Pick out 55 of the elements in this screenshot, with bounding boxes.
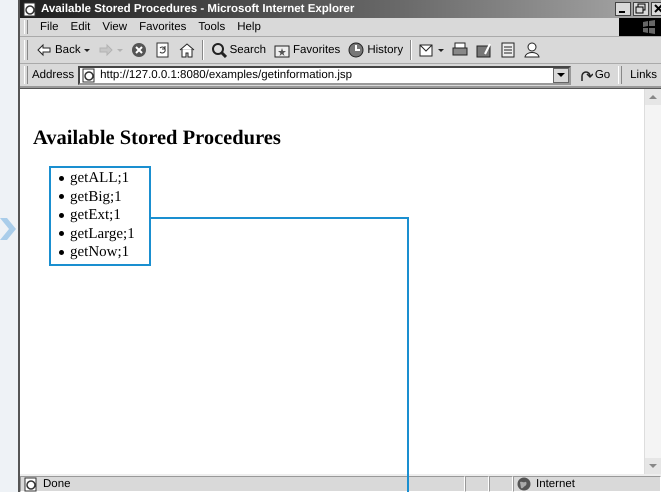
procedure-name: getALL;1 bbox=[70, 169, 130, 188]
window-title: Available Stored Procedures - Microsoft Internet Explorer bbox=[41, 3, 356, 15]
procedure-name: getExt;1 bbox=[70, 206, 121, 224]
caret-icon bbox=[84, 48, 90, 54]
back-arrow-icon bbox=[36, 42, 52, 58]
toolbar-button[interactable]: History bbox=[344, 39, 408, 61]
caret-icon bbox=[116, 48, 123, 54]
stop-icon bbox=[130, 42, 147, 58]
bullet-icon bbox=[59, 212, 64, 218]
home-icon bbox=[178, 42, 195, 58]
procedure-name: getNow;1 bbox=[70, 243, 130, 262]
envelope-icon bbox=[419, 42, 436, 58]
menu-item[interactable]: Tools bbox=[192, 21, 232, 33]
status-text: Done bbox=[43, 478, 70, 490]
procedure-name: getBig;1 bbox=[70, 188, 122, 206]
page-icon bbox=[82, 68, 96, 82]
scroll-up-button[interactable] bbox=[645, 89, 661, 105]
menu-item[interactable]: View bbox=[96, 21, 134, 33]
procedure-name: getLarge;1 bbox=[70, 224, 135, 243]
scroll-down-button[interactable] bbox=[645, 458, 661, 474]
minimize-button[interactable] bbox=[615, 2, 631, 16]
browser-icon bbox=[23, 2, 37, 16]
scrollbar[interactable] bbox=[644, 89, 661, 474]
toolbar-button[interactable]: Favorites bbox=[270, 39, 344, 61]
menu-item[interactable]: File bbox=[34, 21, 65, 33]
windows-logo bbox=[619, 18, 661, 36]
links-button[interactable]: Links bbox=[626, 69, 661, 81]
person-icon bbox=[524, 42, 540, 58]
bullet-icon bbox=[59, 250, 64, 255]
address-label: Address bbox=[32, 69, 74, 81]
refresh-icon bbox=[154, 42, 171, 58]
printer-icon bbox=[452, 42, 468, 58]
pencil-icon bbox=[476, 42, 492, 58]
toolbar-button[interactable]: Search bbox=[206, 39, 270, 61]
menu-item[interactable]: Favorites bbox=[133, 21, 192, 33]
maximize-button[interactable] bbox=[633, 2, 649, 16]
toolbar-button[interactable]: Back bbox=[32, 39, 94, 61]
menu-item[interactable]: Help bbox=[231, 21, 267, 33]
clock-icon bbox=[348, 42, 364, 58]
search-icon bbox=[210, 42, 227, 58]
page-heading: Available Stored Procedures bbox=[33, 127, 282, 150]
menu-item[interactable]: Edit bbox=[64, 21, 96, 33]
pointer-arrow bbox=[0, 218, 16, 240]
page-icon bbox=[24, 476, 38, 492]
address-field[interactable]: http://127.0.0.1:8080/examples/getinformation.jsp bbox=[78, 66, 571, 84]
forward-arrow-icon bbox=[98, 42, 114, 58]
dropdown-button[interactable] bbox=[552, 68, 569, 82]
globe-icon bbox=[517, 477, 531, 491]
bullet-icon bbox=[59, 231, 64, 236]
bullet-icon bbox=[59, 194, 64, 200]
zone-text: Internet bbox=[536, 478, 575, 490]
caret-icon bbox=[438, 48, 444, 54]
document-icon bbox=[500, 42, 516, 58]
go-button[interactable]: Go bbox=[574, 68, 614, 82]
bullet-icon bbox=[59, 176, 64, 181]
